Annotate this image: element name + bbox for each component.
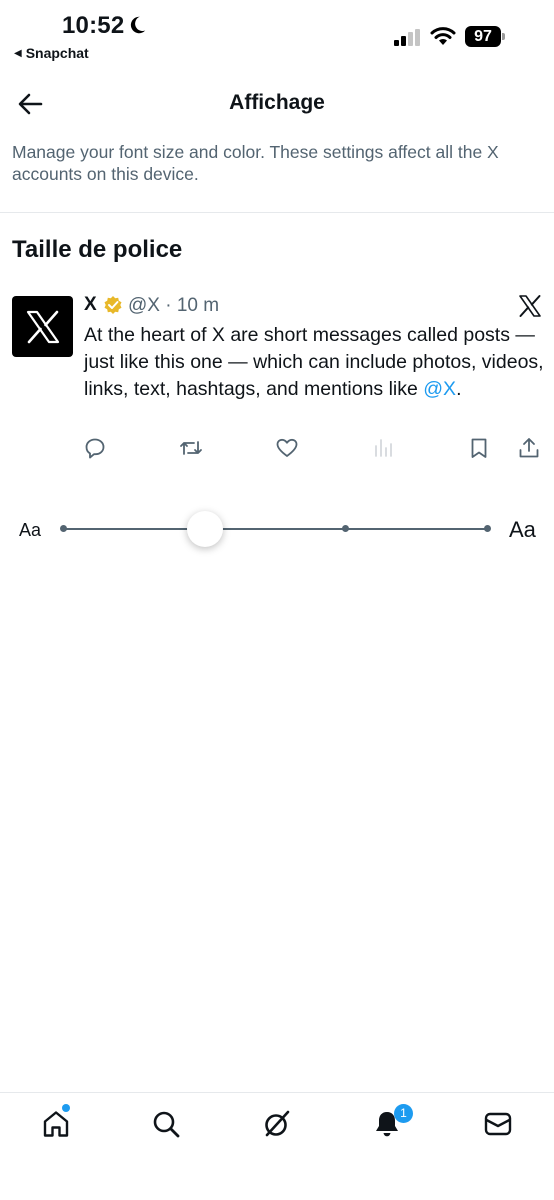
post-body: At the heart of X are short messages cal… (84, 322, 546, 403)
font-size-small-label: Aa (19, 520, 42, 540)
views-icon (375, 439, 392, 457)
like-icon[interactable] (275, 436, 299, 460)
avatar (12, 296, 73, 357)
post-text: At the heart of X are short messages cal… (84, 324, 544, 400)
post-handle-time: @X · 10 m (128, 295, 220, 316)
verified-badge-icon (104, 296, 122, 314)
back-app-label: Snapchat (25, 45, 89, 61)
font-size-slider-thumb[interactable] (187, 511, 223, 547)
home-unread-dot (62, 1104, 70, 1112)
slider-step[interactable] (60, 525, 67, 532)
divider (0, 212, 554, 213)
grok-icon[interactable] (261, 1108, 293, 1140)
page-title: Affichage (229, 91, 325, 114)
font-size-slider-track[interactable] (63, 528, 488, 530)
back-triangle-icon: ◀ (14, 47, 22, 59)
post-text-end: . (456, 378, 462, 400)
section-title-font-size: Taille de police (12, 236, 183, 263)
notifications-badge: 1 (394, 1104, 413, 1123)
post-author-name: X (84, 294, 97, 315)
messages-icon[interactable] (482, 1108, 514, 1140)
home-icon[interactable] (40, 1108, 72, 1140)
bookmark-icon[interactable] (467, 436, 491, 460)
x-logo-icon (519, 295, 541, 317)
battery-nub (502, 33, 505, 40)
moon-icon (130, 16, 146, 34)
battery-indicator: 97 (465, 26, 507, 48)
status-time: 10:52 (62, 12, 125, 39)
font-size-large-label: Aa (509, 517, 536, 542)
bottom-nav-divider (0, 1092, 554, 1093)
slider-step[interactable] (484, 525, 491, 532)
wifi-icon (430, 27, 456, 45)
signal-icon (394, 29, 420, 46)
search-icon[interactable] (150, 1108, 182, 1140)
reply-icon[interactable] (83, 436, 107, 460)
battery-level: 97 (465, 26, 501, 47)
share-icon[interactable] (517, 436, 541, 460)
mention-link[interactable]: @X (423, 378, 456, 400)
x-logo-icon (26, 310, 59, 343)
back-to-app-link[interactable]: ◀ Snapchat (14, 45, 89, 61)
settings-description: Manage your font size and color. These s… (12, 142, 499, 184)
repost-icon[interactable] (179, 436, 203, 460)
slider-step[interactable] (342, 525, 349, 532)
